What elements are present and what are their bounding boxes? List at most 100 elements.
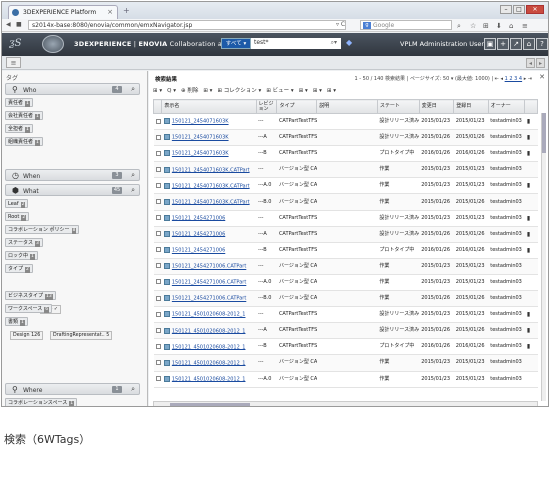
table-row[interactable]: 150121_2454271006.CATPart ---バージョン型 CATPa… xyxy=(153,258,538,275)
row-name-link[interactable]: 150121_2454271006.CATPart xyxy=(161,290,257,308)
browser-menu-icon[interactable]: ≡ xyxy=(522,20,528,32)
search-icon[interactable]: ⌕ xyxy=(131,85,135,94)
row-name[interactable]: 150121_4501020608-2012_1 xyxy=(172,328,246,334)
row-checkbox[interactable] xyxy=(155,263,161,269)
browser-tab[interactable]: 3DEXPERIENCE Platform × xyxy=(8,5,118,19)
tag-chip[interactable]: 書類 1 xyxy=(5,317,28,326)
browser-search-input[interactable]: g Google xyxy=(360,20,452,30)
row-name[interactable]: 150121_2454071603K xyxy=(172,151,229,157)
row-checkbox[interactable] xyxy=(155,343,161,349)
row-name[interactable]: 150121_2454071603K xyxy=(172,135,229,141)
column-header[interactable]: オーナー xyxy=(487,99,526,114)
column-header[interactable]: レビジョン xyxy=(255,99,278,114)
column-header[interactable]: 表示名 xyxy=(161,99,257,114)
home-icon[interactable]: ⌂ xyxy=(509,20,513,32)
toolbar-button[interactable]: ⊞ ビュー ▾ xyxy=(266,88,293,94)
tag-chip[interactable]: 会社責任者 1 xyxy=(5,111,43,120)
row-name[interactable]: 150121_4501020608-2012_1 xyxy=(172,312,246,318)
tag-category-who[interactable]: ⚲ Who 4 ⌕ xyxy=(5,83,140,95)
table-row[interactable]: 150121_2454271006 ---A CATPartTestTFS 設計リリー… xyxy=(153,226,538,243)
maximize-button[interactable]: □ xyxy=(513,5,525,14)
column-header[interactable]: タイプ xyxy=(276,99,318,114)
table-row[interactable]: 150121_2454271006 --- CATPartTestTFS 設計リリース… xyxy=(153,210,538,227)
tag-chip[interactable]: 全担者 1 xyxy=(5,124,33,133)
tag-chip[interactable]: 組織責任者 1 xyxy=(5,137,43,146)
row-checkbox[interactable] xyxy=(155,359,161,365)
global-search-input[interactable]: test* ⌕▾ xyxy=(251,38,341,49)
column-header[interactable] xyxy=(152,99,163,114)
row-name-link[interactable]: 150121_2454071603K.CATPart xyxy=(161,177,257,195)
column-header[interactable]: 変更日 xyxy=(418,99,455,114)
bookmark-icon[interactable]: ⊞ xyxy=(483,20,489,32)
row-name[interactable]: 150121_2454271006 xyxy=(172,231,225,237)
user-name[interactable]: VPLM Administration User xyxy=(400,40,484,48)
profile-icon[interactable]: ▣ xyxy=(484,38,496,50)
table-row[interactable]: 150121_2454071603K.CATPart ---B.0 バージョン型 C… xyxy=(153,193,538,211)
address-bar[interactable]: s2014x-base:8080/enovia/common/emxNaviga… xyxy=(28,20,346,30)
tag-chip[interactable]: Root 2 xyxy=(5,212,30,221)
row-name[interactable]: 150121_4501020608-2012_1 xyxy=(172,360,246,366)
panel-right-icon[interactable]: ▸ xyxy=(536,58,545,68)
row-name-link[interactable]: 150121_2454271006.CATPart xyxy=(161,274,257,292)
global-search-icon[interactable]: ⌕▾ xyxy=(331,38,337,48)
tag-chip[interactable]: ビジネスタイプ 13 xyxy=(5,291,56,300)
table-row[interactable]: 150121_2454271006 ---B CATPartTestTFS プロトタイ… xyxy=(153,242,538,259)
table-row[interactable]: 150121_4501020608-2012_1 ---B CATPartTestT… xyxy=(153,338,538,356)
table-row[interactable]: 150121_4501020608-2012_1 --- CATPartTestTF… xyxy=(153,306,538,324)
table-row[interactable]: 150121_2454271006.CATPart ---B.0 バージョン型 CA… xyxy=(153,290,538,308)
tag-chip[interactable]: コラボレーション ポリシー 8 xyxy=(5,225,80,234)
toolbar-button[interactable]: ⊞ ▾ xyxy=(327,88,336,94)
table-row[interactable]: 150121_4501020608-2012_1 ---バージョン型 CATPar… xyxy=(153,354,538,372)
row-name[interactable]: 150121_2454071603K.CATPart xyxy=(172,199,250,205)
tag-chip[interactable]: 責任者 1 xyxy=(5,98,33,107)
table-row[interactable]: 150121_2454071603K ---B CATPartTestTFS プロトタ… xyxy=(153,145,538,163)
star-icon[interactable]: ☆ xyxy=(470,20,476,32)
tag-icon[interactable]: ◆ xyxy=(346,38,352,47)
row-name-link[interactable]: 150121_2454271006 xyxy=(161,226,257,243)
table-row[interactable]: 150121_2454071603K ---A CATPartTestTFS 設計リリ… xyxy=(153,129,538,147)
tag-chip-design[interactable]: Design 126 xyxy=(10,331,44,340)
home-app-icon[interactable]: ⌂ xyxy=(523,38,535,50)
row-name-link[interactable]: 150121_2454271006 xyxy=(161,210,257,227)
toolbar-button[interactable]: ⊞ ▾ xyxy=(153,88,162,94)
search-icon[interactable]: ⌕ xyxy=(457,20,461,32)
search-icon[interactable]: ⌕ xyxy=(131,186,135,195)
row-name[interactable]: 150121_2454271006 xyxy=(172,248,225,254)
row-name[interactable]: 150121_2454271006.CATPart xyxy=(172,296,246,302)
vertical-scrollbar[interactable] xyxy=(541,113,546,401)
column-header[interactable]: 説明 xyxy=(316,99,378,114)
row-checkbox[interactable] xyxy=(155,231,161,237)
search-scope-dropdown[interactable]: すべて ▾ xyxy=(221,38,251,49)
row-name-link[interactable]: 150121_2454271006.CATPart xyxy=(161,258,257,275)
new-tab-button[interactable]: + xyxy=(123,6,130,15)
table-row[interactable]: 150121_4501020608-2012_1 ---A.0バージョン型 CAT… xyxy=(153,371,538,388)
toolbar-button[interactable]: ⊞ ▾ xyxy=(203,88,212,94)
row-name[interactable]: 150121_2454071603K xyxy=(172,119,229,125)
toolbar-button[interactable]: ⊞ ▾ xyxy=(299,88,308,94)
tag-chip[interactable]: コラボレーションスペース 1 xyxy=(5,398,78,406)
tag-chip-drafting[interactable]: DraftingRepresentat.. 5 xyxy=(50,331,113,340)
table-row[interactable]: 150121_2454071603K.CATPart ---バージョン型 CATP… xyxy=(153,161,538,179)
table-row[interactable]: 150121_4501020608-2012_1 ---A CATPartTestT… xyxy=(153,322,538,340)
tag-chip[interactable]: ステータス 3 xyxy=(5,238,43,247)
row-name[interactable]: 150121_2454271006 xyxy=(172,215,225,221)
search-icon[interactable]: ⌕ xyxy=(131,385,135,394)
column-header[interactable]: 登録日 xyxy=(453,99,489,114)
table-row[interactable]: 150121_2454071603K.CATPart ---A.0 バージョン型 C… xyxy=(153,177,538,195)
tag-chip[interactable]: ロック中 1 xyxy=(5,251,38,260)
tag-chip[interactable]: Leaf 2 xyxy=(5,199,29,208)
row-checkbox[interactable] xyxy=(155,118,161,124)
row-name[interactable]: 150121_2454071603K.CATPart xyxy=(172,167,250,173)
compass-icon[interactable] xyxy=(42,35,64,53)
add-icon[interactable]: + xyxy=(497,38,509,50)
row-name-link[interactable]: 150121_2454071603K.CATPart xyxy=(161,193,257,211)
row-name-link[interactable]: 150121_2454071603K.CATPart xyxy=(161,161,257,179)
help-icon[interactable]: ? xyxy=(536,38,548,50)
row-name-link[interactable]: 150121_4501020608-2012_1 xyxy=(161,354,257,372)
toolbar-button[interactable]: ⊞ コレクション ▾ xyxy=(217,88,261,94)
toolbar-button[interactable]: ⊞ ▾ xyxy=(313,88,322,94)
row-name-link[interactable]: 150121_4501020608-2012_1 xyxy=(161,322,257,340)
row-checkbox[interactable] xyxy=(155,311,161,317)
row-checkbox[interactable] xyxy=(155,247,161,253)
tag-category-what[interactable]: ⬢ What 45 ⌕ xyxy=(5,184,140,196)
